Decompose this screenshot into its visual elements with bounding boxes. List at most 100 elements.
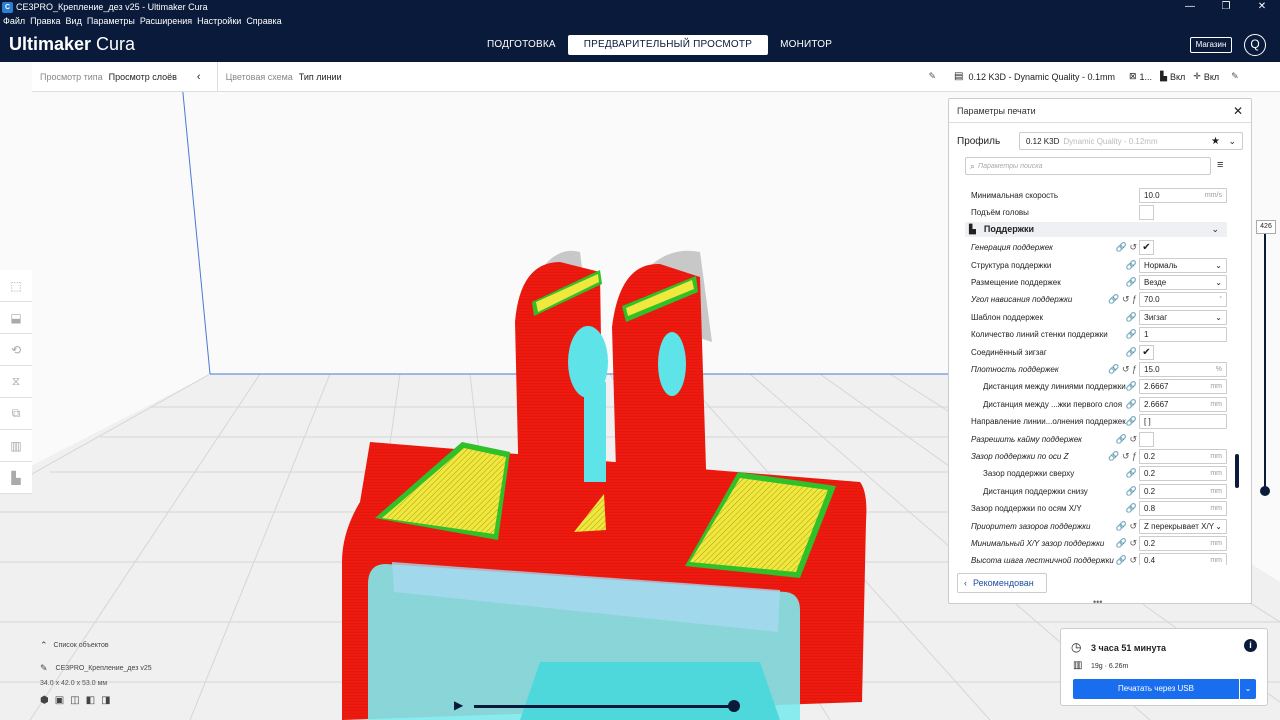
setting-checkbox[interactable] [1139, 205, 1154, 221]
setting-icons[interactable]: 🔗 [1095, 347, 1137, 358]
close-window-button[interactable]: ✕ [1244, 0, 1280, 14]
edit-pencil-icon[interactable]: ✎ [928, 71, 936, 82]
setting-row: Зазор поддержки по оси Z 🔗 ↺ ƒ 0.2 mm [949, 448, 1239, 465]
cura-app-icon: C [2, 1, 13, 13]
setting-icons[interactable]: 🔗 ↺ [1095, 538, 1137, 549]
setting-icons[interactable]: 🔗 ↺ [1095, 434, 1137, 445]
object-name[interactable]: CE3PRO_Крепление_дез v25 [56, 665, 152, 672]
setting-icons[interactable]: 🔗 [1095, 399, 1137, 410]
recommended-button[interactable]: ‹ Рекомендован [957, 573, 1047, 593]
settings-scrollbar[interactable] [1235, 454, 1239, 488]
menu-settings[interactable]: Параметры [87, 16, 135, 26]
close-icon[interactable]: ✕ [1233, 104, 1243, 118]
tab-preview[interactable]: ПРЕДВАРИТЕЛЬНЫЙ ПРОСМОТР [567, 35, 769, 55]
setting-input[interactable]: 2.6667 mm [1139, 379, 1227, 395]
path-slider-handle[interactable] [728, 700, 740, 712]
setting-select[interactable]: Нормаль ⌄ [1139, 257, 1227, 273]
setting-icons[interactable]: 🔗 ↺ ƒ [1095, 364, 1137, 375]
setting-input[interactable]: 0.2 mm [1139, 483, 1227, 499]
setting-input[interactable]: 0.2 mm [1139, 466, 1227, 482]
setting-checkbox[interactable]: ✔ [1139, 344, 1154, 360]
edit-setup-pencil-icon[interactable]: ✎ [1231, 71, 1239, 82]
setting-input[interactable]: [ ] [1139, 414, 1227, 430]
settings-search-input[interactable]: ⌕ Параметры поиска [965, 157, 1211, 175]
print-usb-button[interactable]: Печатать через USB [1073, 679, 1239, 699]
menu-view[interactable]: Вид [66, 16, 82, 26]
settings-list[interactable]: Минимальная скорость 10.0 mm/s Подъём голов… [949, 185, 1239, 565]
setting-input[interactable]: 70.0 ° [1139, 292, 1227, 308]
setting-input[interactable]: 0.8 mm [1139, 501, 1227, 517]
setting-checkbox[interactable]: ✔ [1139, 240, 1154, 256]
move-tool-icon[interactable]: ⬚ [0, 270, 32, 302]
setting-icons[interactable]: 🔗 [1095, 468, 1137, 479]
setting-input[interactable]: 15.0% [1139, 362, 1227, 377]
settings-menu-icon[interactable]: ≡ [1217, 159, 1223, 171]
view-3d-icon[interactable]: ⬢ [40, 695, 49, 706]
setting-icons[interactable]: 🔗 ↺ ƒ [1095, 294, 1137, 305]
layer-slider-track[interactable] [1264, 234, 1266, 492]
view-left-icon[interactable]: ◧ [86, 695, 95, 706]
view-top-icon[interactable]: ◫ [70, 695, 79, 706]
per-model-settings-icon[interactable]: ⧉ [0, 398, 32, 430]
setting-select[interactable]: Зигзаг ⌄ [1139, 309, 1227, 325]
setting-icons[interactable]: 🔗 [1095, 260, 1137, 271]
setting-value: 1 [1144, 330, 1149, 340]
menu-edit[interactable]: Правка [30, 16, 60, 26]
setting-icons[interactable]: 🔗 [1095, 277, 1137, 288]
category-supports[interactable]: ▙ Поддержки ⌄ [965, 221, 1227, 237]
setting-icons[interactable]: 🔗 ↺ [1095, 521, 1137, 532]
maximize-button[interactable]: ❐ [1208, 0, 1244, 14]
setting-icons[interactable]: 🔗 [1095, 312, 1137, 323]
scale-tool-icon[interactable]: ⬓ [0, 302, 32, 334]
support-blocker-icon[interactable]: ▥ [0, 430, 32, 462]
menu-file[interactable]: Файл [3, 16, 25, 26]
color-scheme-select[interactable]: Тип линии [299, 72, 342, 82]
star-icon[interactable]: ★ [1211, 136, 1220, 147]
setting-input[interactable]: 10.0 mm/s [1139, 188, 1227, 203]
setting-checkbox[interactable] [1139, 431, 1154, 447]
layer-slider[interactable]: 426 [1256, 220, 1276, 500]
setting-icons[interactable]: 🔗 [1095, 486, 1137, 497]
chevron-up-icon[interactable]: ⌃ [40, 640, 48, 651]
path-slider-track[interactable] [474, 705, 734, 708]
mirror-tool-icon[interactable]: ⧖ [0, 366, 32, 398]
setting-icons[interactable]: 🔗 ↺ [1095, 242, 1137, 253]
profile-dropdown[interactable]: 0.12 K3D Dynamic Quality - 0.12mm ★ ⌄ [1019, 132, 1243, 150]
setting-input[interactable]: 0.2 mm [1139, 449, 1227, 464]
layer-slider-bottom-handle[interactable] [1260, 486, 1270, 496]
account-button[interactable]: Q [1244, 34, 1266, 56]
sliced-model[interactable] [342, 250, 867, 720]
view-type-select[interactable]: Просмотр слоёв [109, 72, 177, 82]
setting-select[interactable]: Z перекрывает X/Y ⌄ [1139, 518, 1227, 534]
print-setup-bar[interactable]: ▤ 0.12 K3D - Dynamic Quality - 0.1mm ⊠ 1… [944, 62, 1280, 92]
print-options-chevron-icon[interactable]: ⌄ [1240, 679, 1256, 699]
menu-extensions[interactable]: Расширения [140, 16, 192, 26]
setting-icons[interactable]: 🔗 [1095, 503, 1137, 514]
view-front-icon[interactable]: ▣ [55, 695, 64, 706]
setting-icons[interactable]: 🔗 [1095, 416, 1137, 427]
setting-input[interactable]: 2.6667 mm [1139, 396, 1227, 412]
marketplace-button[interactable]: Магазин [1190, 37, 1232, 53]
menu-help[interactable]: Справка [246, 16, 281, 26]
info-icon[interactable]: i [1244, 639, 1257, 652]
setting-input[interactable]: 1 [1139, 327, 1227, 343]
tab-prepare[interactable]: ПОДГОТОВКА [475, 35, 568, 55]
play-icon[interactable]: ▶ [454, 698, 463, 712]
layflat-tool-icon[interactable]: ▙ [0, 462, 32, 494]
collapse-chevron-icon[interactable]: ‹ [197, 71, 201, 83]
tab-monitor[interactable]: МОНИТОР [768, 35, 844, 55]
setting-icons[interactable]: 🔗 ↺ [1095, 555, 1137, 565]
setting-icons[interactable]: 🔗 [1095, 329, 1137, 340]
setting-icons[interactable]: 🔗 ↺ ƒ [1095, 451, 1137, 462]
menu-preferences[interactable]: Настройки [197, 16, 241, 26]
setting-input[interactable]: 0.2 mm [1139, 536, 1227, 551]
setting-select[interactable]: Везде ⌄ [1139, 275, 1227, 290]
setting-input[interactable]: 0.4 mm [1139, 553, 1227, 565]
panel-resize-handle[interactable]: ••• [1093, 597, 1102, 607]
rotate-tool-icon[interactable]: ⟲ [0, 334, 32, 366]
minimize-button[interactable]: — [1172, 0, 1208, 14]
object-list-header[interactable]: Список объектов [54, 642, 109, 649]
view-right-icon[interactable]: ◨ [101, 695, 110, 706]
layer-number-box[interactable]: 426 [1256, 220, 1276, 234]
setting-icons[interactable]: 🔗 [1095, 381, 1137, 392]
